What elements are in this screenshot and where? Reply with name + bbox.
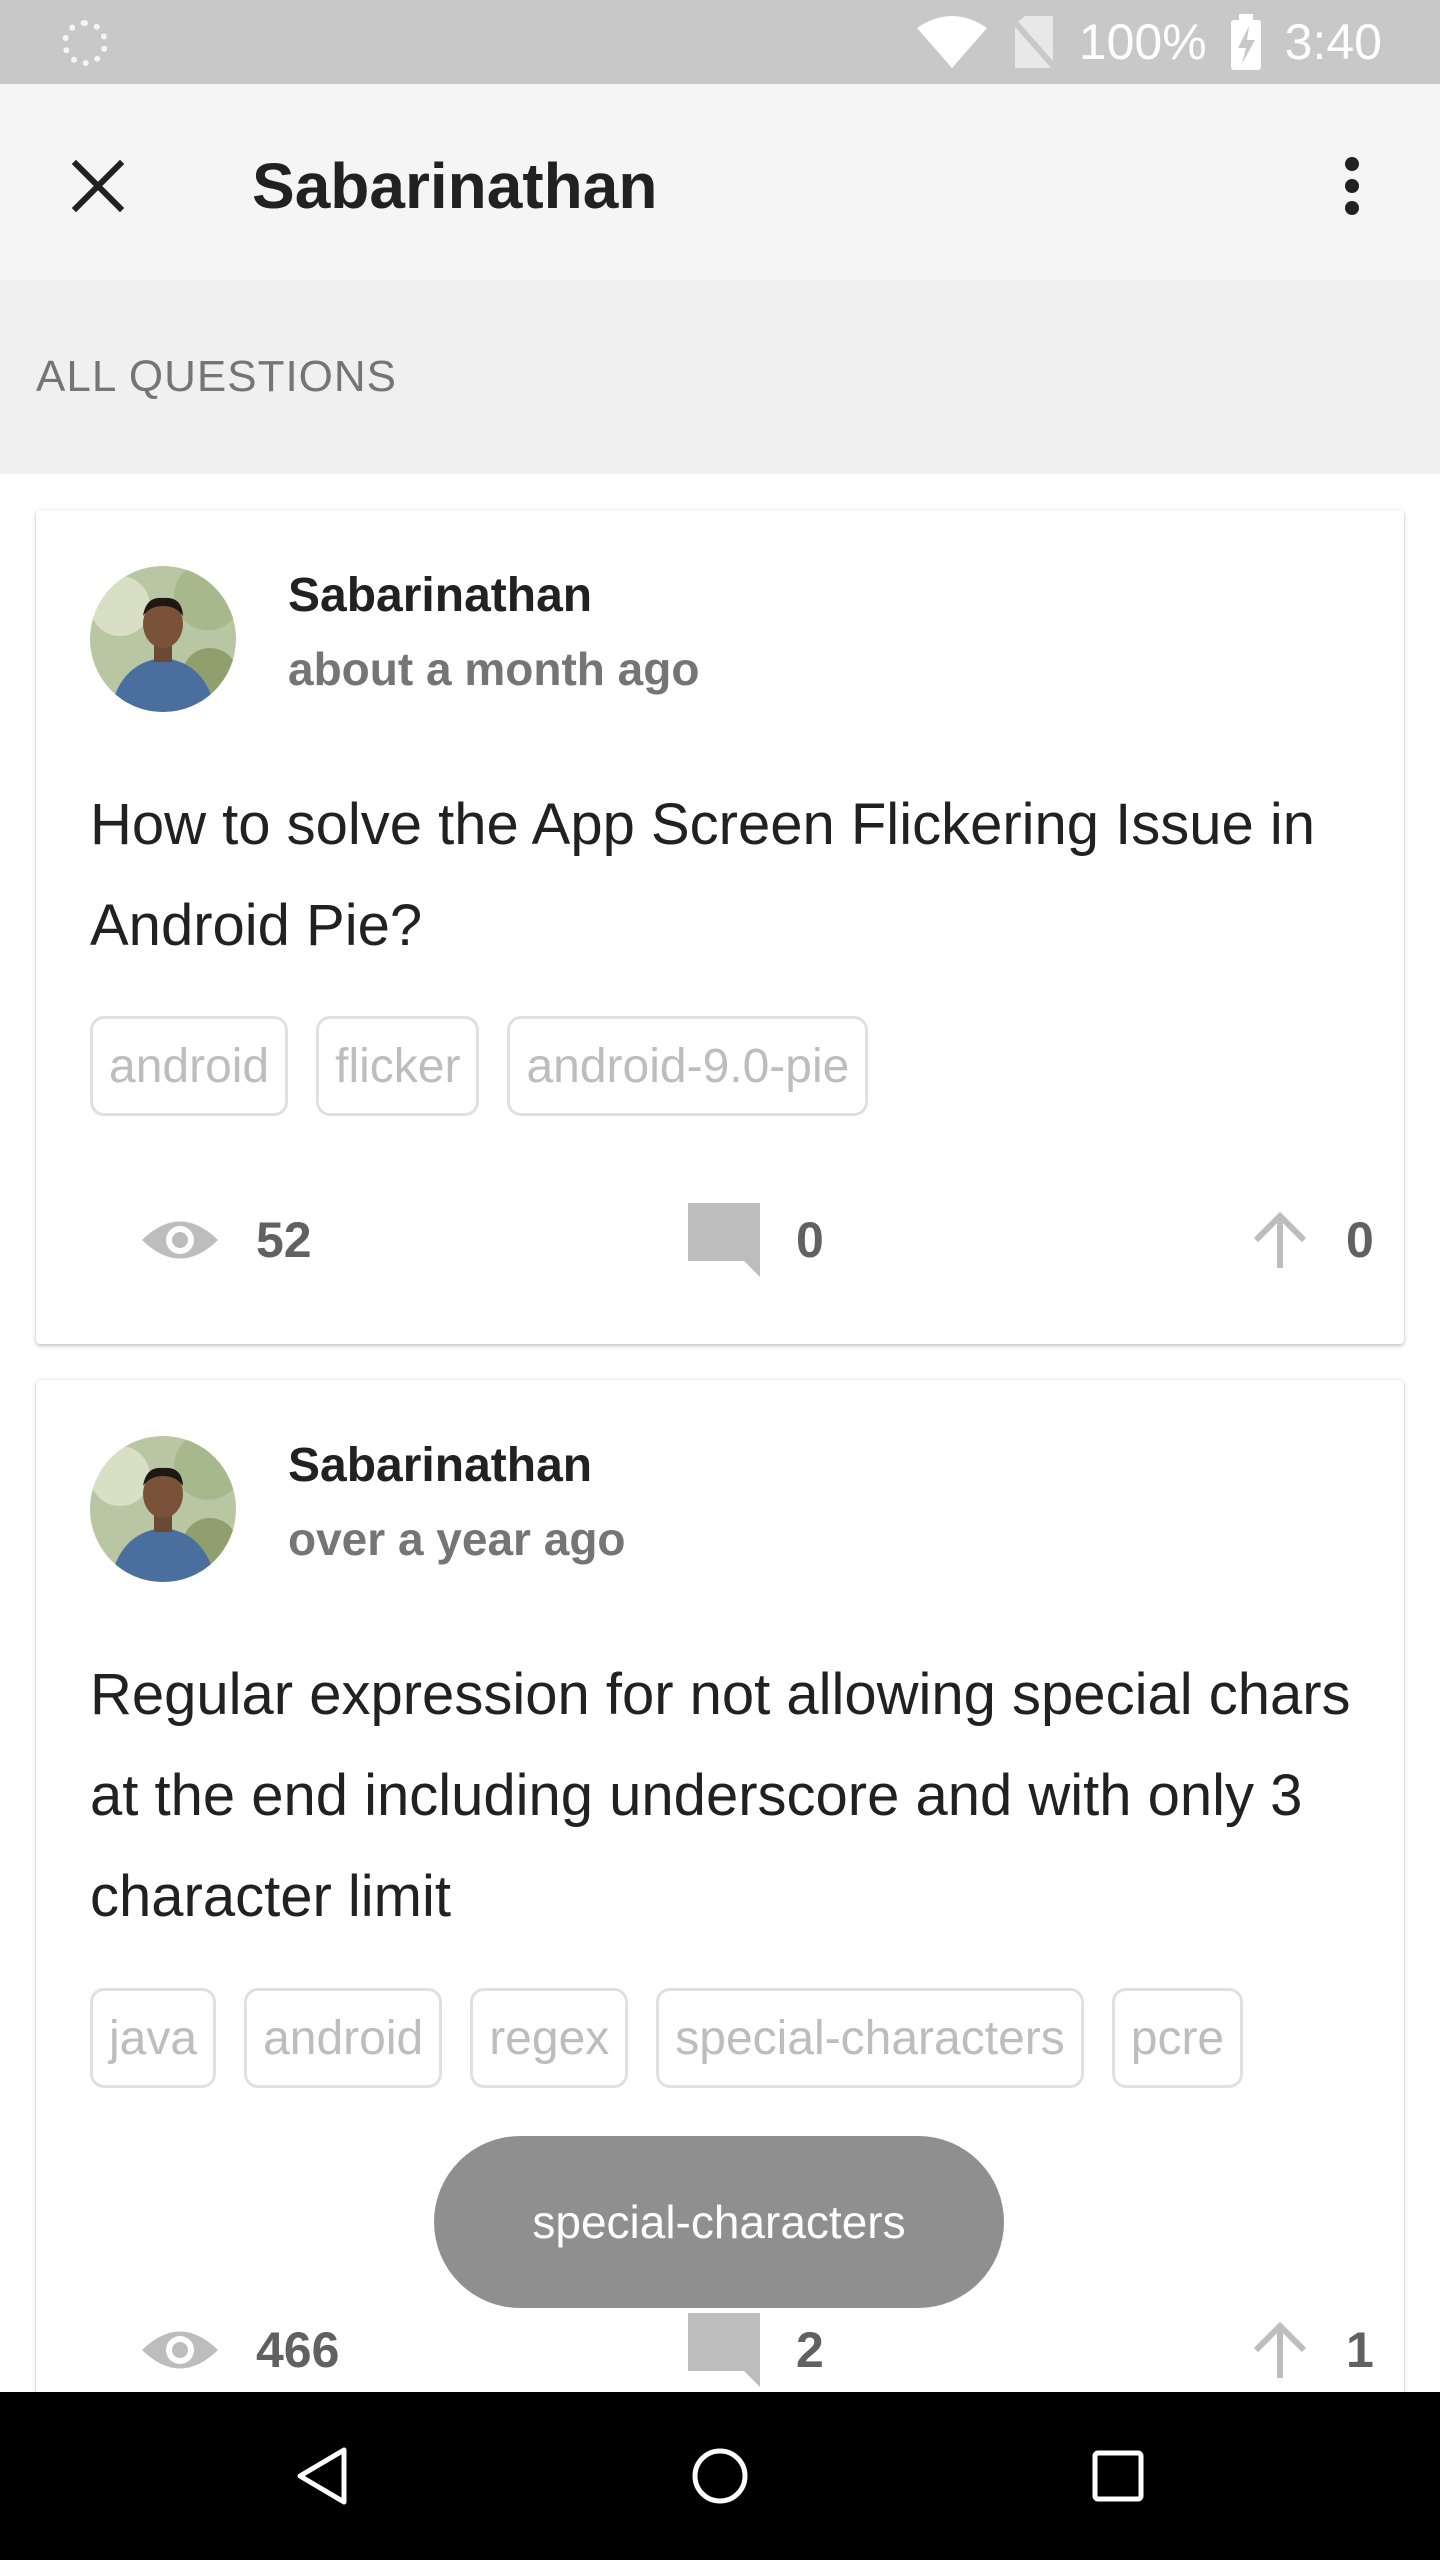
wifi-icon: [915, 14, 989, 70]
comments-stat[interactable]: 2: [688, 2310, 824, 2390]
questions-list[interactable]: Sabarinathan about a month ago How to so…: [0, 474, 1440, 2392]
no-sim-icon: [1010, 14, 1057, 70]
question-title[interactable]: Regular expression for not allowing spec…: [90, 1644, 1370, 1947]
post-time: about a month ago: [288, 643, 700, 695]
back-button[interactable]: [274, 2428, 370, 2524]
home-button[interactable]: [672, 2428, 768, 2524]
back-icon: [297, 2447, 347, 2505]
tag[interactable]: pcre: [1111, 1988, 1244, 2088]
toast-message: special-characters: [434, 2136, 1004, 2308]
tag[interactable]: android-9.0-pie: [507, 1016, 869, 1116]
tag[interactable]: special-characters: [656, 1988, 1084, 2088]
comment-icon: [688, 2313, 760, 2387]
tag[interactable]: flicker: [316, 1016, 480, 1116]
tag[interactable]: regex: [470, 1988, 629, 2088]
eye-icon: [142, 1221, 218, 1259]
app-bar: Sabarinathan: [0, 84, 1440, 280]
battery-charging-icon: [1229, 14, 1263, 70]
question-stats: 52 0 0: [90, 1200, 1374, 1280]
views-count: 466: [256, 2322, 340, 2378]
loading-icon: [62, 20, 108, 66]
close-icon: [71, 159, 125, 213]
recents-icon: [1092, 2450, 1144, 2502]
close-button[interactable]: [58, 146, 138, 226]
votes-count: 0: [1346, 1212, 1374, 1268]
more-vert-icon: [1345, 157, 1359, 215]
post-time: over a year ago: [288, 1513, 626, 1565]
views-stat: 52: [140, 1200, 312, 1280]
comments-count: 2: [796, 2322, 824, 2378]
tag-list: android flicker android-9.0-pie: [90, 1016, 869, 1116]
avatar[interactable]: [90, 1436, 236, 1582]
comments-count: 0: [796, 1212, 824, 1268]
status-bar: 100% 3:40: [0, 0, 1440, 84]
clock: 3:40: [1284, 14, 1382, 70]
section-title: ALL QUESTIONS: [36, 352, 398, 401]
arrow-up-icon: [1253, 1211, 1307, 1268]
author-name[interactable]: Sabarinathan: [288, 568, 592, 623]
tag-list: java android regex special-characters pc…: [90, 1988, 1244, 2088]
comment-icon: [688, 1203, 760, 1277]
home-icon: [692, 2448, 748, 2504]
page-title: Sabarinathan: [252, 150, 658, 222]
tag[interactable]: android: [244, 1988, 443, 2088]
views-stat: 466: [140, 2310, 339, 2390]
author-name[interactable]: Sabarinathan: [288, 1438, 592, 1493]
votes-stat[interactable]: 0: [1250, 1200, 1374, 1280]
battery-percentage: 100%: [1078, 14, 1207, 70]
recents-button[interactable]: [1070, 2428, 1166, 2524]
question-card[interactable]: Sabarinathan about a month ago How to so…: [36, 510, 1404, 1344]
votes-count: 1: [1346, 2322, 1374, 2378]
arrow-up-icon: [1253, 2321, 1307, 2378]
views-count: 52: [256, 1212, 312, 1268]
question-stats: 466 2 1: [90, 2310, 1374, 2390]
more-options-button[interactable]: [1312, 142, 1392, 230]
section-header: ALL QUESTIONS: [0, 280, 1440, 474]
eye-icon: [142, 2331, 218, 2369]
navigation-bar: [0, 2392, 1440, 2560]
tag[interactable]: android: [90, 1016, 289, 1116]
avatar[interactable]: [90, 566, 236, 712]
votes-stat[interactable]: 1: [1250, 2310, 1374, 2390]
status-icons: 100% 3:40: [915, 0, 1382, 84]
comments-stat[interactable]: 0: [688, 1200, 824, 1280]
tag[interactable]: java: [90, 1988, 217, 2088]
question-title[interactable]: How to solve the App Screen Flickering I…: [90, 774, 1370, 976]
